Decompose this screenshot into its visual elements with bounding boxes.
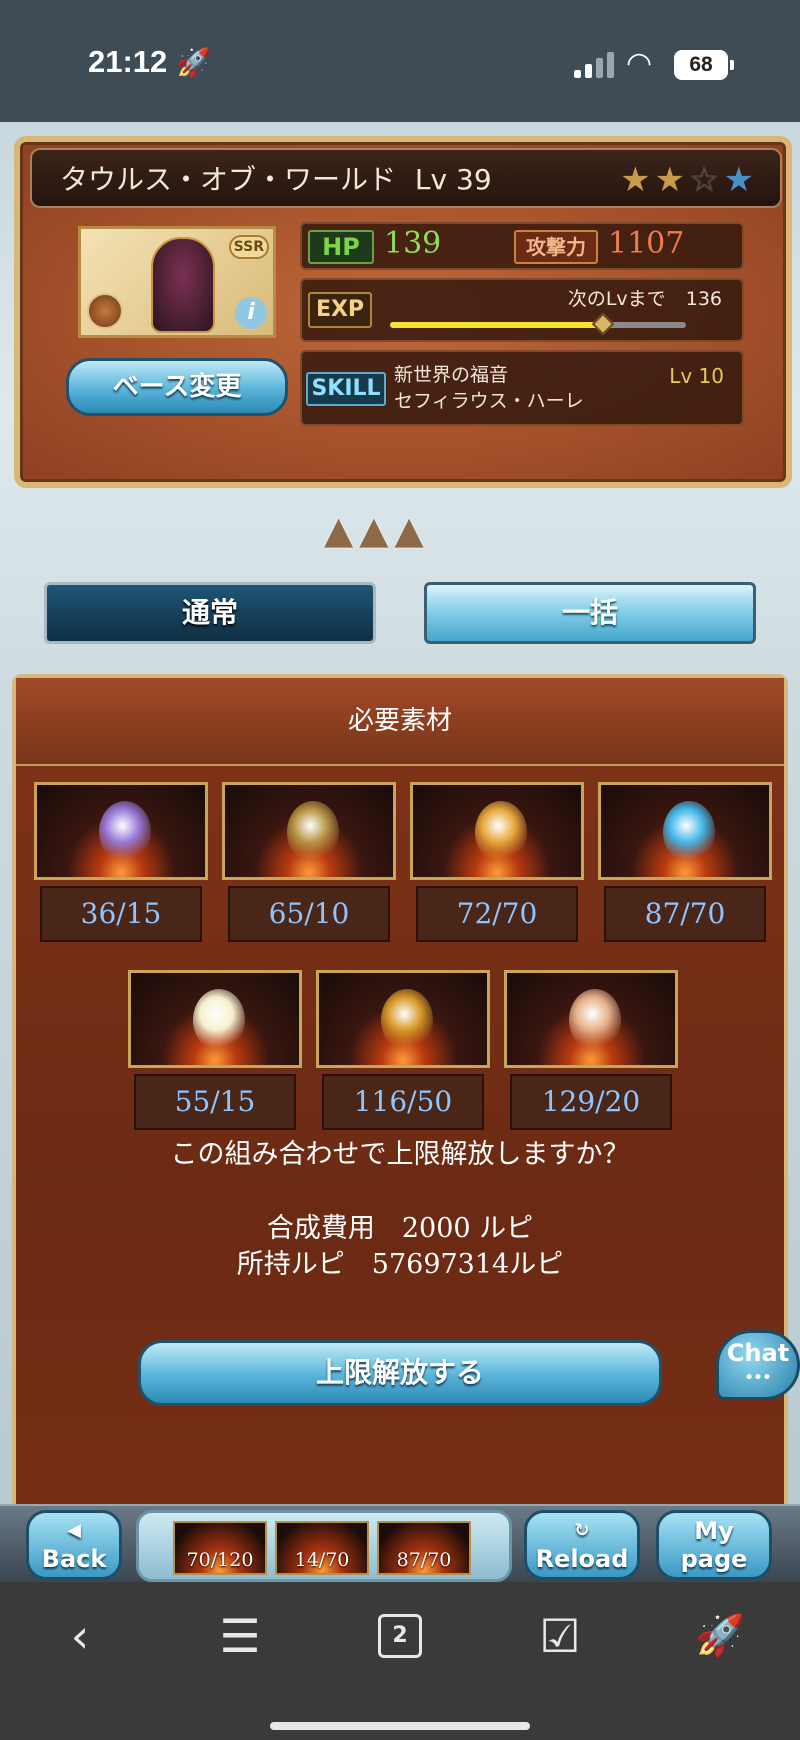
synthesis-cost: 合成費用 2000 ルピ	[266, 1213, 534, 1244]
character-header: タウルス・オブ・ワールド Lv 39 ★★☆★	[30, 148, 782, 208]
skill-panel[interactable]: SKILL 新世界の福音 セフィラウス・ハーレ Lv 10	[300, 350, 744, 426]
material-count: 36/15	[40, 886, 202, 942]
browser-check-icon[interactable]: ☑	[530, 1606, 590, 1666]
browser-back-icon[interactable]: ‹	[50, 1606, 110, 1666]
level-value: 39	[456, 163, 492, 196]
reload-button[interactable]: ↻ Reload	[524, 1510, 640, 1580]
hp-value: 139	[384, 226, 442, 261]
reload-icon: ↻	[574, 1520, 590, 1541]
uncap-triangles: ▲▲▲	[324, 508, 430, 552]
material-count: 116/50	[322, 1074, 484, 1130]
rocket-icon: 🚀	[176, 46, 211, 79]
base-change-button[interactable]: ベース変更	[66, 358, 288, 416]
material-gold-medal-icon	[381, 989, 433, 1051]
back-arrow-icon: ◀	[67, 1520, 81, 1541]
material-blue-vial-icon	[663, 801, 715, 863]
material-star-icon	[193, 989, 245, 1051]
tab-count-icon[interactable]: 2	[378, 1614, 422, 1658]
battery-icon: 68	[674, 50, 734, 80]
rarity-badge: SSR	[228, 235, 269, 259]
material-count: 65/10	[228, 886, 390, 942]
material-tray[interactable]: 70/120 14/70 87/70	[136, 1510, 512, 1582]
info-icon[interactable]: i	[235, 297, 267, 329]
skill-label: SKILL	[306, 372, 386, 406]
star-icon: ★	[620, 160, 655, 200]
mode-bulk-button[interactable]: 一括	[424, 582, 756, 644]
confirm-question: この組み合わせで上限解放しますか？	[170, 1139, 630, 1170]
attack-value: 1107	[608, 226, 685, 261]
material-item[interactable]: 72/70	[410, 782, 584, 942]
level-label: Lv	[414, 163, 448, 196]
home-indicator	[270, 1722, 530, 1730]
stats-panel: HP 139 攻撃力 1107	[300, 222, 744, 270]
wifi-icon: ◠	[626, 46, 653, 81]
element-icon	[87, 293, 123, 329]
game-nav-bar: ◀ Back 70/120 14/70 87/70 ↻ Reload My pa…	[0, 1504, 800, 1582]
star-blue-icon: ★	[723, 160, 758, 200]
browser-rocket-icon[interactable]: 🚀	[690, 1606, 750, 1666]
material-count: 55/15	[134, 1074, 296, 1130]
chat-button[interactable]: Chat •••	[716, 1330, 800, 1400]
next-level-text: 次のLvまで 136	[567, 288, 722, 310]
chat-dots-icon: •••	[744, 1370, 772, 1386]
hp-label: HP	[308, 230, 374, 264]
owned-rupies: 所持ルピ 57697314ルピ	[236, 1249, 564, 1280]
skill-name: 新世界の福音 セフィラウス・ハーレ	[394, 364, 584, 412]
exp-label: EXP	[308, 292, 372, 328]
tray-item[interactable]: 70/120	[173, 1521, 267, 1575]
game-area: タウルス・オブ・ワールド Lv 39 ★★☆★ SSR i ベース変更 HP 1…	[0, 122, 800, 1582]
star-icon: ★	[654, 160, 690, 200]
clock: 21:12	[88, 44, 168, 79]
helmet-icon	[151, 237, 215, 333]
material-horn-icon	[287, 801, 339, 863]
exp-bar-fill	[390, 322, 604, 328]
back-button[interactable]: ◀ Back	[26, 1510, 122, 1580]
materials-title: 必要素材	[347, 706, 452, 736]
materials-panel: 必要素材 36/15 65/10 72/70 87/70 55/15 116/5…	[12, 674, 788, 1580]
tray-item[interactable]: 87/70	[377, 1521, 471, 1575]
material-count: 72/70	[416, 886, 578, 942]
character-name: タウルス・オブ・ワールド Lv 39	[60, 163, 492, 196]
material-item[interactable]: 55/15	[128, 970, 302, 1130]
materials-header: 必要素材	[16, 678, 784, 766]
character-portrait[interactable]: SSR i	[78, 226, 276, 338]
signal-icon	[574, 50, 616, 78]
browser-menu-icon[interactable]: ☰	[210, 1606, 270, 1666]
material-item[interactable]: 65/10	[222, 782, 396, 942]
material-gold-vial-icon	[475, 801, 527, 863]
material-portrait-orb-icon	[569, 989, 621, 1051]
material-item[interactable]: 116/50	[316, 970, 490, 1130]
browser-toolbar: ‹ ☰ 2 ☑ 🚀	[0, 1582, 800, 1740]
status-bar: 21:12 🚀 ◠ 68	[0, 0, 800, 122]
material-item[interactable]: 87/70	[598, 782, 772, 942]
star-empty-icon: ☆	[689, 160, 724, 200]
skill-level: Lv 10	[669, 364, 724, 388]
exp-panel: EXP 次のLvまで 136	[300, 278, 744, 342]
tray-item[interactable]: 14/70	[275, 1521, 369, 1575]
material-count: 87/70	[604, 886, 766, 942]
attack-label: 攻撃力	[514, 230, 598, 264]
exp-bar-knob	[591, 312, 615, 336]
material-item[interactable]: 129/20	[504, 970, 678, 1130]
uncap-submit-button[interactable]: 上限解放する	[138, 1340, 662, 1406]
character-card: タウルス・オブ・ワールド Lv 39 ★★☆★ SSR i ベース変更 HP 1…	[14, 136, 792, 488]
mypage-button[interactable]: My page	[656, 1510, 772, 1580]
exp-bar	[390, 312, 686, 336]
material-crystal-icon	[99, 801, 151, 863]
material-item[interactable]: 36/15	[34, 782, 208, 942]
material-count: 129/20	[510, 1074, 672, 1130]
mode-normal-button[interactable]: 通常	[44, 582, 376, 644]
star-rating: ★★☆★	[620, 160, 758, 200]
